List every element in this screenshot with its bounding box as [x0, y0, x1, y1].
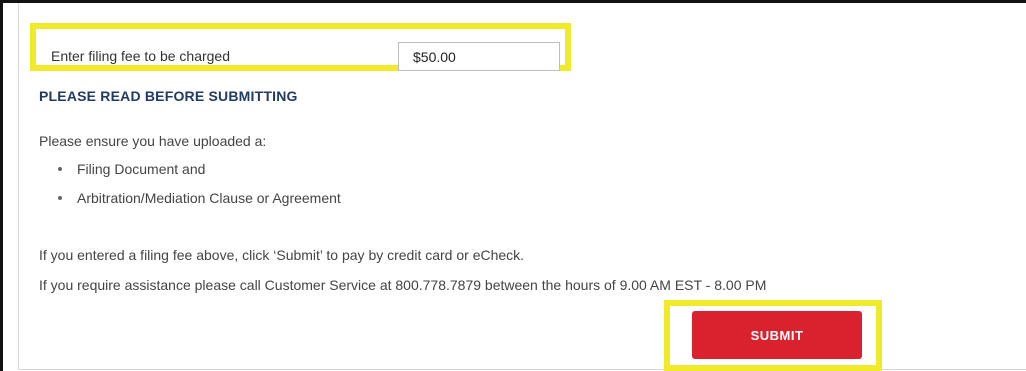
notice-heading: PLEASE READ BEFORE SUBMITTING: [39, 88, 298, 104]
submit-highlight: SUBMIT: [664, 300, 882, 371]
list-item-label: Filing Document and: [77, 161, 206, 177]
bullet-icon: [58, 167, 62, 172]
list-item: Arbitration/Mediation Clause or Agreemen…: [58, 190, 341, 206]
payment-info-text: If you entered a filing fee above, click…: [39, 247, 525, 263]
assistance-text: If you require assistance please call Cu…: [39, 277, 767, 293]
bullet-icon: [58, 196, 62, 201]
submit-button[interactable]: SUBMIT: [692, 311, 862, 359]
list-item: Filing Document and: [58, 161, 205, 177]
list-item-label: Arbitration/Mediation Clause or Agreemen…: [77, 190, 341, 206]
filing-fee-input[interactable]: [398, 42, 560, 71]
upload-intro-text: Please ensure you have uploaded a:: [39, 133, 267, 149]
window-frame: Enter filing fee to be charged PLEASE RE…: [0, 0, 1026, 371]
filing-fee-row-highlight: Enter filing fee to be charged: [30, 23, 571, 71]
filing-fee-label: Enter filing fee to be charged: [51, 48, 231, 64]
